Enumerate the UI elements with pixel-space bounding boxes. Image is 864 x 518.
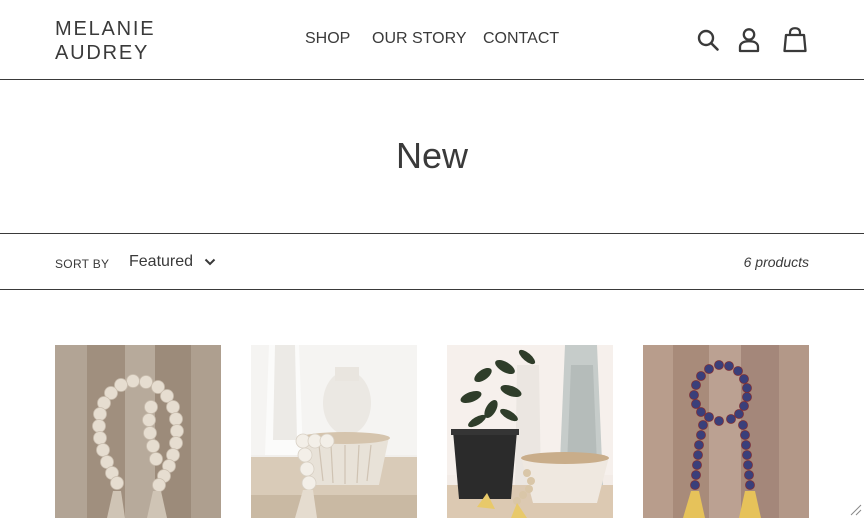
- search-icon: [697, 29, 719, 51]
- nav-item-shop[interactable]: SHOP: [305, 30, 350, 48]
- account-icon: [738, 28, 760, 53]
- sort-selected-value: Featured: [129, 253, 194, 270]
- cart-button[interactable]: [780, 24, 810, 56]
- product-image: [55, 345, 221, 518]
- sort-label: SORT BY: [55, 257, 110, 271]
- product-count: 6 products: [743, 254, 809, 270]
- product-image: [251, 345, 417, 518]
- product-grid: [55, 345, 809, 518]
- cart-icon: [783, 27, 807, 53]
- product-card[interactable]: [643, 345, 809, 518]
- site-header: MELANIE AUDREY SHOP OUR STORY CONTACT: [0, 0, 864, 80]
- search-button[interactable]: [693, 24, 723, 56]
- resize-grip-icon[interactable]: [850, 504, 862, 516]
- product-image: [643, 345, 809, 518]
- page-title: New: [395, 135, 469, 176]
- account-button[interactable]: [734, 24, 764, 56]
- sort-select[interactable]: Featured: [120, 249, 230, 277]
- nav-item-our-story[interactable]: OUR STORY: [372, 30, 467, 48]
- product-card[interactable]: [447, 345, 613, 518]
- product-card[interactable]: [55, 345, 221, 518]
- product-card[interactable]: [251, 345, 417, 518]
- product-image: [447, 345, 613, 518]
- collection-filter-bar: SORT BY Featured 6 products: [0, 233, 864, 290]
- nav-item-contact[interactable]: CONTACT: [483, 30, 559, 48]
- chevron-down-icon: [204, 258, 216, 266]
